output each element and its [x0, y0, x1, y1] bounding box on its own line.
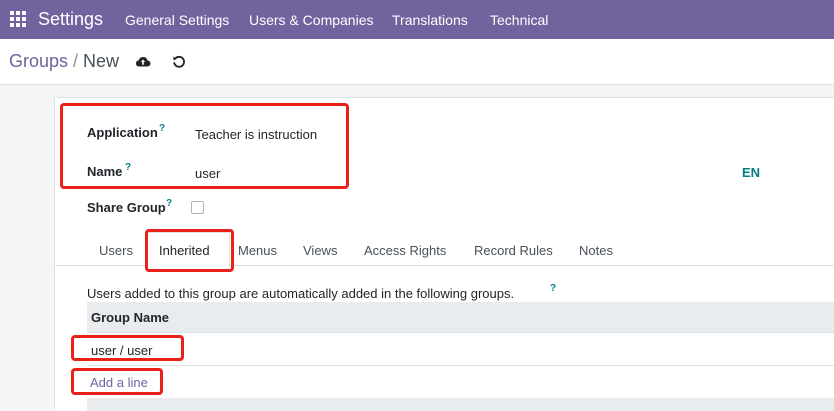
- tab-access-rights[interactable]: Access Rights: [364, 243, 446, 258]
- inherited-help-icon[interactable]: ?: [550, 283, 556, 294]
- breadcrumb-current: New: [83, 51, 120, 71]
- top-navbar: Settings General Settings Users & Compan…: [0, 0, 834, 39]
- inherited-description: Users added to this group are automatica…: [87, 286, 515, 301]
- language-button[interactable]: EN: [742, 165, 760, 180]
- breadcrumb: Groups / New: [9, 51, 119, 72]
- add-line-row: Add a line: [87, 367, 834, 398]
- menu-users-companies[interactable]: Users & Companies: [249, 12, 374, 28]
- breadcrumb-separator: /: [73, 51, 79, 71]
- undo-icon[interactable]: [170, 53, 188, 71]
- breadcrumb-groups-link[interactable]: Groups: [9, 51, 68, 71]
- annotation-box-application-name: [60, 103, 349, 189]
- cloud-upload-icon[interactable]: [134, 53, 152, 71]
- annotation-box-add-line: [71, 368, 163, 395]
- tab-notes[interactable]: Notes: [579, 243, 613, 258]
- tab-record-rules[interactable]: Record Rules: [474, 243, 553, 258]
- tab-views[interactable]: Views: [303, 243, 337, 258]
- column-header-group-name[interactable]: Group Name: [91, 310, 169, 325]
- menu-general-settings[interactable]: General Settings: [125, 12, 229, 28]
- annotation-box-inherited-tab: [145, 229, 234, 272]
- share-group-help-icon[interactable]: ?: [166, 198, 172, 209]
- menu-technical[interactable]: Technical: [490, 12, 548, 28]
- tab-users[interactable]: Users: [99, 243, 133, 258]
- menu-translations[interactable]: Translations: [392, 12, 468, 28]
- apps-grid-icon[interactable]: [10, 11, 26, 27]
- table-row[interactable]: user / user: [87, 334, 834, 366]
- table-footer: [87, 398, 834, 411]
- app-title[interactable]: Settings: [38, 9, 103, 30]
- share-group-label: Share Group: [87, 200, 166, 215]
- share-group-checkbox[interactable]: [191, 201, 204, 214]
- annotation-box-group-row: [71, 335, 184, 361]
- table-header: Group Name: [87, 302, 834, 333]
- control-panel: Groups / New: [0, 39, 834, 85]
- tab-menus[interactable]: Menus: [238, 243, 277, 258]
